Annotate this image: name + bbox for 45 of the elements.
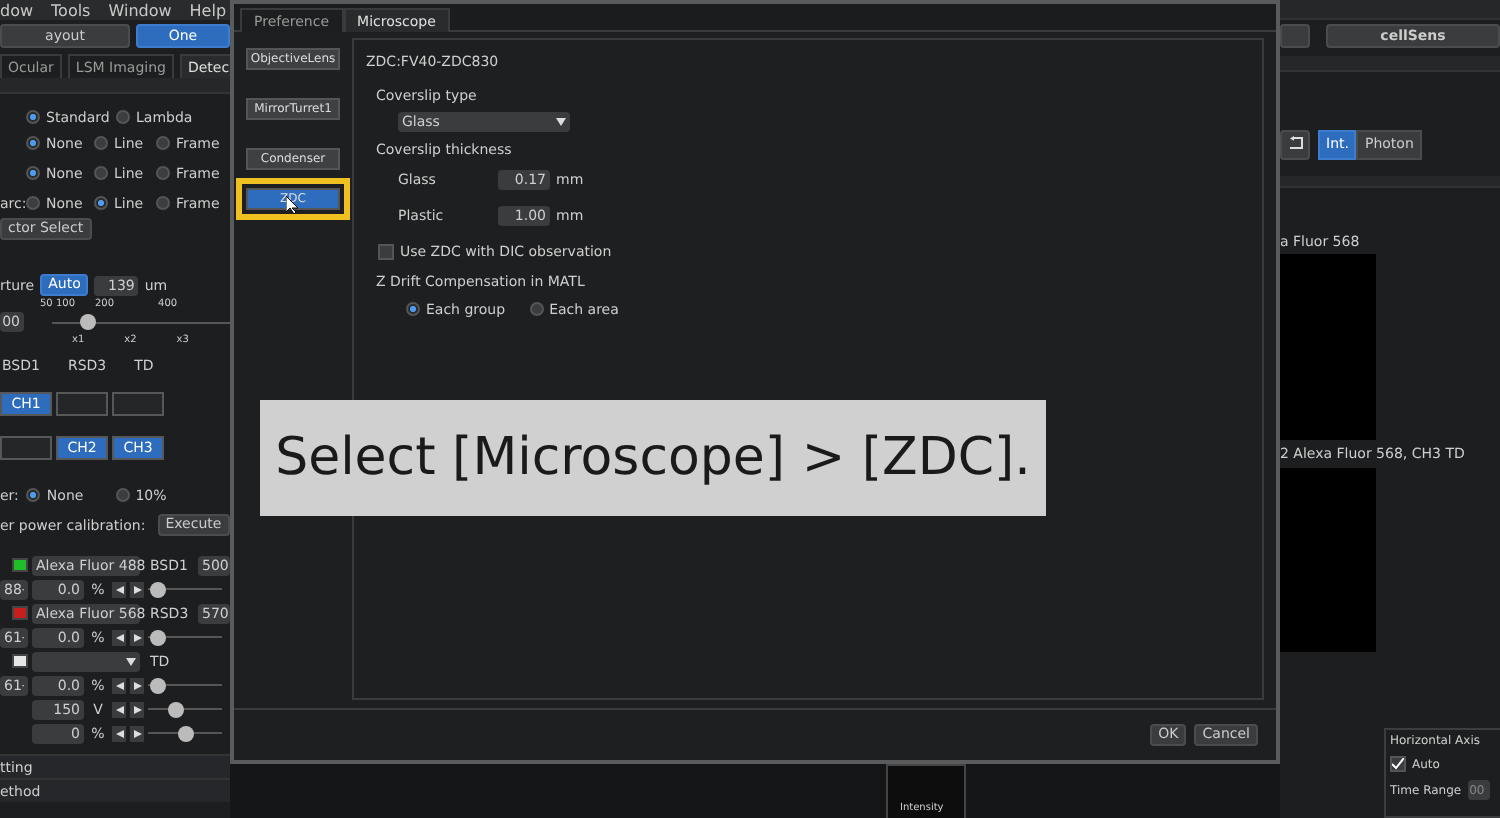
right-arrow-icon[interactable] xyxy=(130,677,144,693)
radio-button[interactable] xyxy=(26,166,40,180)
radio-button[interactable] xyxy=(26,196,40,210)
slider-thumb[interactable] xyxy=(150,581,167,597)
left-arrow-icon[interactable] xyxy=(112,701,126,717)
radio-button[interactable] xyxy=(156,196,170,210)
slider-thumb[interactable] xyxy=(168,701,185,717)
right-arrow-icon[interactable] xyxy=(130,701,144,717)
channel-toggle[interactable] xyxy=(112,392,164,416)
radio-button[interactable] xyxy=(26,110,40,124)
radio-button[interactable] xyxy=(115,488,130,502)
left-arrow-icon[interactable] xyxy=(112,581,126,597)
slider-thumb[interactable] xyxy=(177,725,193,741)
channel-toggle[interactable] xyxy=(0,436,52,460)
left-arrow-icon[interactable] xyxy=(112,677,126,693)
radio-button[interactable] xyxy=(156,166,170,180)
radio-button[interactable] xyxy=(94,166,108,180)
menu-item[interactable]: dow xyxy=(0,1,34,19)
channel-toggle[interactable] xyxy=(56,392,108,416)
radio-button[interactable] xyxy=(94,136,108,150)
checkbox[interactable] xyxy=(1390,756,1406,772)
caret-icon xyxy=(126,657,136,665)
caption-text: Select [Microscope] > [ZDC]. xyxy=(275,428,1031,488)
radio-button[interactable] xyxy=(529,302,544,316)
right-arrow-icon[interactable] xyxy=(130,581,144,597)
radio-button[interactable] xyxy=(26,136,40,150)
checkbox[interactable] xyxy=(378,244,394,260)
slider-thumb[interactable] xyxy=(150,629,167,645)
left-arrow-icon[interactable] xyxy=(112,725,126,741)
radio-button[interactable] xyxy=(406,302,420,316)
menu-item[interactable]: Tools xyxy=(51,1,91,19)
radio-button[interactable] xyxy=(116,110,130,124)
menu-item[interactable]: Help xyxy=(189,1,227,19)
left-arrow-icon[interactable] xyxy=(112,629,126,645)
return-arrow-icon xyxy=(1288,135,1306,149)
slider-thumb[interactable] xyxy=(79,314,96,330)
slider-thumb[interactable] xyxy=(150,677,167,693)
right-arrow-icon[interactable] xyxy=(130,629,144,645)
radio-button[interactable] xyxy=(156,136,170,150)
right-arrow-icon[interactable] xyxy=(130,725,144,741)
caret-icon xyxy=(556,118,566,126)
radio-button[interactable] xyxy=(94,196,108,210)
radio-button[interactable] xyxy=(26,488,41,502)
menu-item[interactable]: Window xyxy=(108,1,172,19)
undo-button[interactable] xyxy=(1280,130,1310,160)
